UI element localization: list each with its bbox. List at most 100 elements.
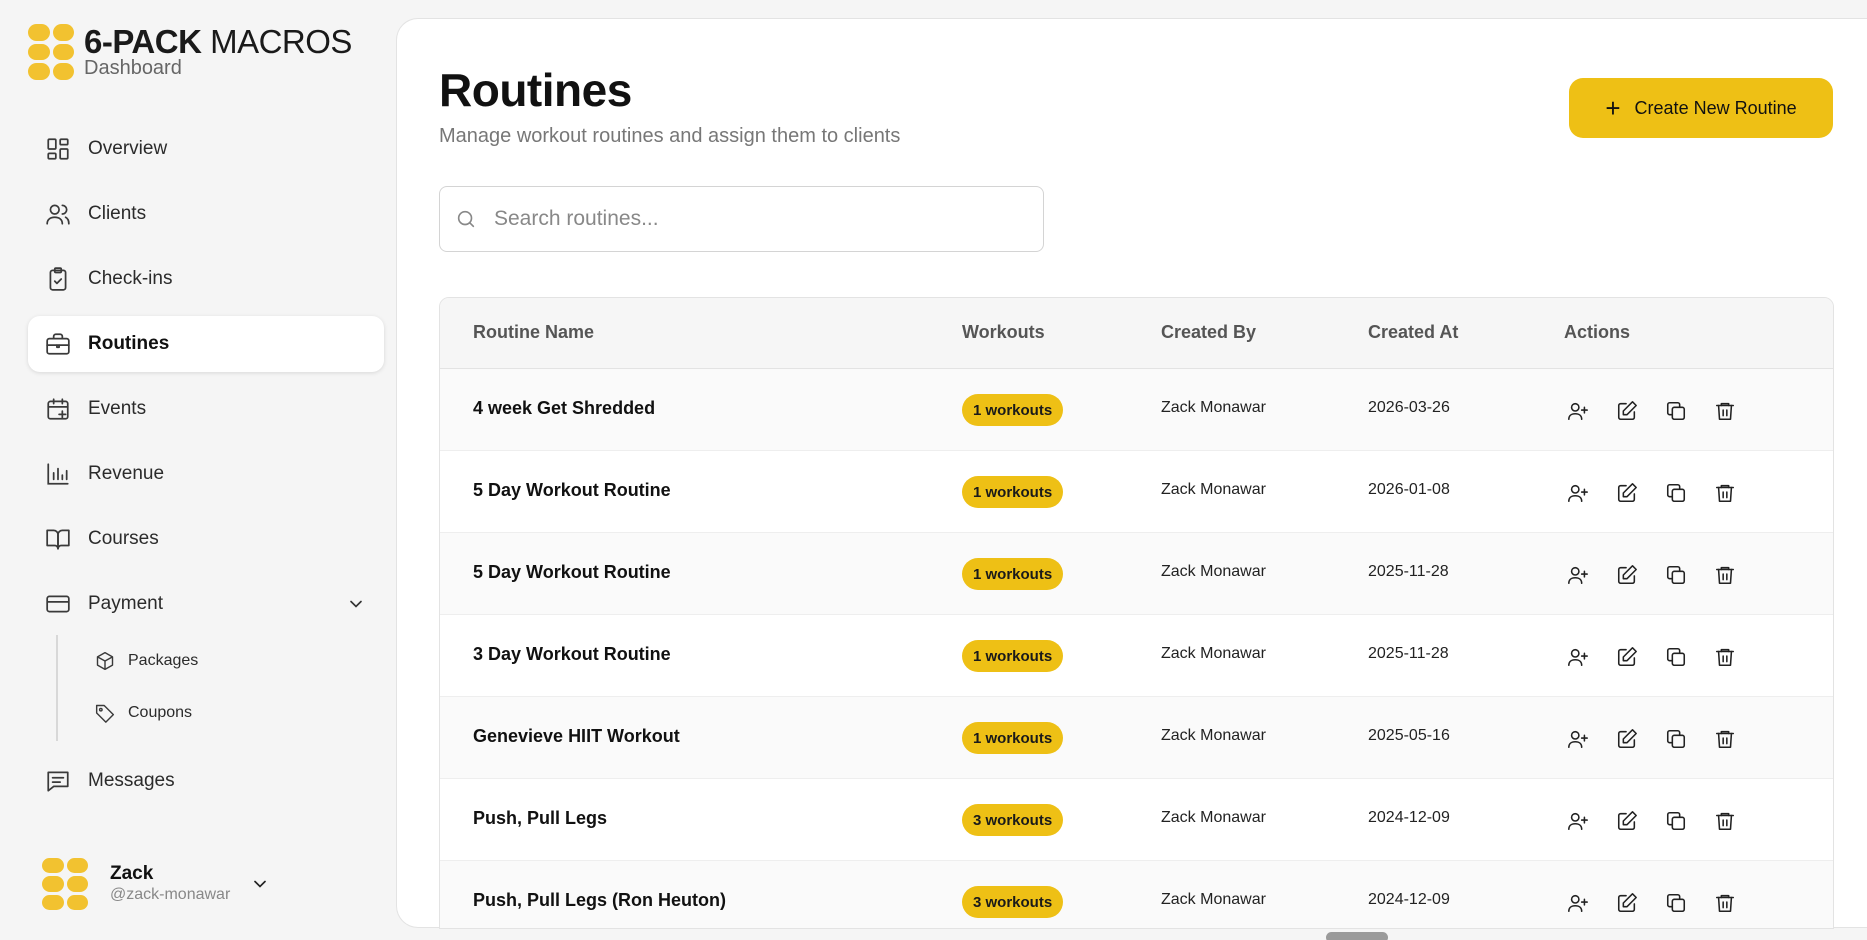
trash-icon[interactable] — [1709, 723, 1741, 755]
sidebar-item-checkins[interactable]: Check-ins — [28, 251, 384, 307]
table-row[interactable]: 3 Day Workout Routine 1 workouts Zack Mo… — [440, 615, 1833, 697]
sidebar-item-packages[interactable]: Packages — [58, 635, 384, 687]
sidebar-item-events[interactable]: Events — [28, 381, 384, 437]
header-routine-name: Routine Name — [473, 322, 595, 342]
sidebar: 6-PACK MACROS Dashboard Overview Clients — [0, 0, 396, 940]
table-row[interactable]: Genevieve HIIT Workout 1 workouts Zack M… — [440, 697, 1833, 779]
workouts-badge: 1 workouts — [962, 558, 1064, 590]
user-name: Zack — [110, 863, 154, 884]
edit-icon[interactable] — [1611, 723, 1643, 755]
created-at: 2025-11-28 — [1368, 645, 1449, 662]
created-at: 2025-11-28 — [1368, 563, 1449, 580]
created-at: 2024-12-09 — [1368, 809, 1450, 826]
assign-user-icon[interactable] — [1562, 641, 1594, 673]
user-info: Zack @zack-monawar — [110, 863, 230, 905]
created-at: 2026-01-08 — [1368, 481, 1450, 498]
table-row[interactable]: 5 Day Workout Routine 1 workouts Zack Mo… — [440, 533, 1833, 615]
routines-table: Routine Name Workouts Created By Created… — [439, 297, 1834, 929]
created-by: Zack Monawar — [1161, 399, 1266, 416]
copy-icon[interactable] — [1660, 477, 1692, 509]
horizontal-scrollbar[interactable] — [1326, 932, 1388, 940]
chevron-down-icon[interactable] — [250, 874, 270, 894]
sidebar-item-payment[interactable]: Payment — [28, 576, 384, 632]
package-icon — [94, 650, 116, 672]
edit-icon[interactable] — [1611, 641, 1643, 673]
sidebar-item-courses[interactable]: Courses — [28, 511, 384, 567]
search-icon — [454, 207, 478, 231]
table-body: 4 week Get Shredded 1 workouts Zack Mona… — [440, 369, 1833, 928]
message-icon — [44, 767, 72, 795]
routine-name: 3 Day Workout Routine — [473, 644, 671, 664]
search-box[interactable] — [439, 186, 1044, 252]
edit-icon[interactable] — [1611, 395, 1643, 427]
row-actions — [1562, 477, 1758, 509]
created-by: Zack Monawar — [1161, 891, 1266, 908]
bar-chart-icon — [44, 460, 72, 488]
sidebar-item-revenue[interactable]: Revenue — [28, 446, 384, 502]
brand[interactable]: 6-PACK MACROS Dashboard — [28, 24, 352, 80]
sidebar-item-overview[interactable]: Overview — [28, 121, 384, 177]
copy-icon[interactable] — [1660, 559, 1692, 591]
table-row[interactable]: 4 week Get Shredded 1 workouts Zack Mona… — [440, 369, 1833, 451]
routine-name: Genevieve HIIT Workout — [473, 726, 680, 746]
row-actions — [1562, 559, 1758, 591]
table-row[interactable]: Push, Pull Legs (Ron Heuton) 3 workouts … — [440, 861, 1833, 928]
workouts-badge: 3 workouts — [962, 804, 1064, 836]
copy-icon[interactable] — [1660, 723, 1692, 755]
user-handle: @zack-monawar — [110, 886, 231, 903]
trash-icon[interactable] — [1709, 805, 1741, 837]
copy-icon[interactable] — [1660, 887, 1692, 919]
payment-submenu: Packages Coupons — [56, 635, 384, 741]
edit-icon[interactable] — [1611, 887, 1643, 919]
assign-user-icon[interactable] — [1562, 723, 1594, 755]
table-row[interactable]: 5 Day Workout Routine 1 workouts Zack Mo… — [440, 451, 1833, 533]
edit-icon[interactable] — [1611, 559, 1643, 591]
assign-user-icon[interactable] — [1562, 559, 1594, 591]
table-row[interactable]: Push, Pull Legs 3 workouts Zack Monawar … — [440, 779, 1833, 861]
sidebar-item-coupons[interactable]: Coupons — [58, 687, 384, 739]
assign-user-icon[interactable] — [1562, 805, 1594, 837]
search-input[interactable] — [494, 207, 1034, 231]
briefcase-icon — [44, 330, 72, 358]
sidebar-item-label: Clients — [88, 203, 147, 224]
user-menu[interactable]: Zack @zack-monawar — [42, 858, 270, 910]
copy-icon[interactable] — [1660, 641, 1692, 673]
sidebar-item-label: Coupons — [128, 704, 193, 721]
row-actions — [1562, 723, 1758, 755]
chevron-down-icon[interactable] — [346, 594, 366, 614]
copy-icon[interactable] — [1660, 805, 1692, 837]
table-header: Routine Name Workouts Created By Created… — [440, 298, 1833, 369]
workouts-badge: 1 workouts — [962, 722, 1064, 754]
sidebar-item-label: Overview — [88, 138, 168, 159]
trash-icon[interactable] — [1709, 477, 1741, 509]
create-routine-button[interactable]: + Create New Routine — [1569, 78, 1833, 138]
sidebar-item-messages[interactable]: Messages — [28, 753, 384, 809]
trash-icon[interactable] — [1709, 641, 1741, 673]
assign-user-icon[interactable] — [1562, 395, 1594, 427]
sidebar-item-label: Courses — [88, 528, 159, 549]
edit-icon[interactable] — [1611, 477, 1643, 509]
app: 6-PACK MACROS Dashboard Overview Clients — [0, 0, 1867, 940]
workouts-badge: 1 workouts — [962, 476, 1064, 508]
trash-icon[interactable] — [1709, 887, 1741, 919]
tag-icon — [94, 702, 116, 724]
edit-icon[interactable] — [1611, 805, 1643, 837]
created-by: Zack Monawar — [1161, 645, 1266, 662]
trash-icon[interactable] — [1709, 559, 1741, 591]
assign-user-icon[interactable] — [1562, 887, 1594, 919]
dashboard-icon — [44, 135, 72, 163]
sidebar-item-routines[interactable]: Routines — [28, 316, 384, 372]
copy-icon[interactable] — [1660, 395, 1692, 427]
routine-name: Push, Pull Legs — [473, 808, 608, 828]
assign-user-icon[interactable] — [1562, 477, 1594, 509]
main-panel: Routines Manage workout routines and ass… — [396, 18, 1867, 940]
credit-card-icon — [44, 590, 72, 618]
page-title: Routines — [439, 64, 632, 116]
trash-icon[interactable] — [1709, 395, 1741, 427]
calendar-plus-icon — [44, 395, 72, 423]
brand-subtitle: Dashboard — [84, 57, 182, 79]
routine-name: Push, Pull Legs (Ron Heuton) — [473, 890, 726, 910]
created-at: 2024-12-09 — [1368, 891, 1450, 908]
sidebar-item-clients[interactable]: Clients — [28, 186, 384, 242]
created-by: Zack Monawar — [1161, 563, 1266, 580]
